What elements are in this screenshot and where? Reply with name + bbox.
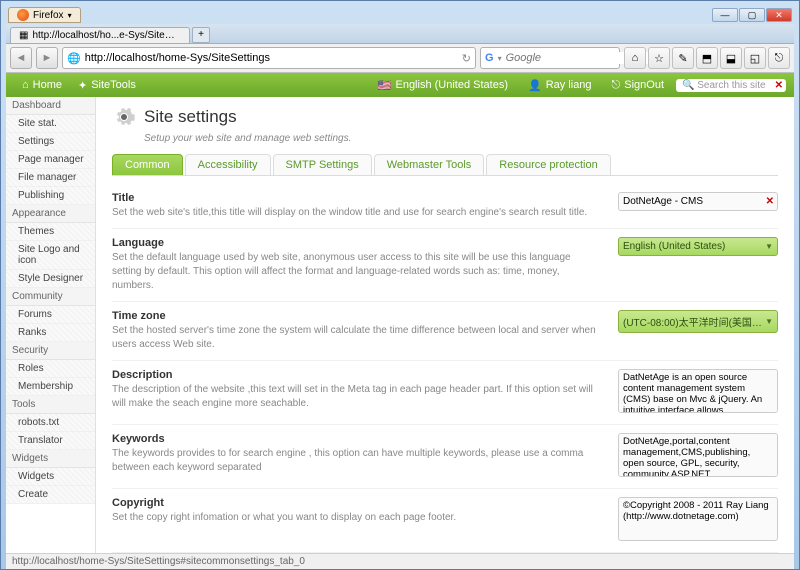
keywords-field-label: Keywords bbox=[112, 433, 602, 445]
globe-icon: 🌐 bbox=[67, 52, 81, 65]
google-icon: G bbox=[485, 52, 494, 64]
user-link[interactable]: 👤Ray liang bbox=[520, 79, 600, 92]
title-input[interactable]: DotNetAge - CMS✕ bbox=[618, 192, 778, 211]
window-close-button[interactable]: ✕ bbox=[766, 8, 792, 22]
flag-icon: 🇺🇸 bbox=[378, 79, 392, 92]
sidebar-item[interactable]: Create bbox=[6, 486, 95, 504]
description-field-desc: The description of the website ,this tex… bbox=[112, 383, 602, 411]
firefox-menu-button[interactable]: Firefox ▾ bbox=[8, 7, 81, 23]
timezone-select[interactable]: (UTC-08:00)太平洋时间(美国和加拿大)▼ bbox=[618, 310, 778, 333]
timezone-field-label: Time zone bbox=[112, 310, 602, 322]
sidebar-item[interactable]: Translator bbox=[6, 432, 95, 450]
clear-title-icon[interactable]: ✕ bbox=[766, 196, 774, 207]
toolbar-icon-4[interactable]: ◱ bbox=[744, 47, 766, 69]
forward-button[interactable]: ► bbox=[36, 47, 58, 69]
copyright-field-desc: Set the copy right infomation or what yo… bbox=[112, 511, 602, 525]
settings-tabs: CommonAccessibilitySMTP SettingsWebmaste… bbox=[112, 154, 778, 176]
toolbar-icon-2[interactable]: ⬒ bbox=[696, 47, 718, 69]
settings-tab[interactable]: Resource protection bbox=[486, 154, 610, 175]
gear-icon bbox=[112, 105, 136, 129]
toolbar-icon-3[interactable]: ⬓ bbox=[720, 47, 742, 69]
sidebar-item[interactable]: Themes bbox=[6, 223, 95, 241]
url-input[interactable] bbox=[85, 52, 458, 64]
chevron-down-icon: ▼ bbox=[765, 242, 773, 251]
sidebar-item[interactable]: Ranks bbox=[6, 324, 95, 342]
toolbar-icon-5[interactable]: ⎋ bbox=[768, 47, 790, 69]
window-maximize-button[interactable]: ▢ bbox=[739, 8, 765, 22]
sidebar-group: Appearance bbox=[6, 205, 95, 223]
url-bar[interactable]: 🌐 ↻ bbox=[62, 47, 476, 69]
browser-tabstrip: ▦ http://localhost/ho...e-Sys/SiteSettin… bbox=[6, 24, 794, 44]
sidebar-item[interactable]: Page manager bbox=[6, 151, 95, 169]
description-textarea[interactable] bbox=[618, 369, 778, 413]
page-subtitle: Setup your web site and manage web setti… bbox=[144, 133, 778, 144]
signout-icon: ⎋ bbox=[612, 79, 621, 92]
main-content: Site settings Setup your web site and ma… bbox=[96, 97, 794, 553]
sidebar-item[interactable]: Style Designer bbox=[6, 270, 95, 288]
title-field-label: Title bbox=[112, 192, 602, 204]
back-button[interactable]: ◄ bbox=[10, 47, 32, 69]
toolbar-icon-1[interactable]: ✎ bbox=[672, 47, 694, 69]
page-favicon: ▦ bbox=[19, 30, 28, 41]
sidebar-item[interactable]: Roles bbox=[6, 360, 95, 378]
browser-navbar: ◄ ► 🌐 ↻ G▾ ⌂ ☆ ✎ ⬒ ⬓ ◱ ⎋ bbox=[6, 44, 794, 73]
sidebar: DashboardSite stat.SettingsPage managerF… bbox=[6, 97, 96, 553]
language-field-desc: Set the default language used by web sit… bbox=[112, 251, 602, 293]
timezone-field-desc: Set the hosted server's time zone the sy… bbox=[112, 324, 602, 352]
sidebar-item[interactable]: Site Logo and icon bbox=[6, 241, 95, 270]
sidebar-item[interactable]: robots.txt bbox=[6, 414, 95, 432]
firefox-icon bbox=[17, 9, 29, 21]
tools-icon: ✦ bbox=[78, 79, 87, 92]
language-select[interactable]: English (United States)▼ bbox=[618, 237, 778, 256]
language-field-label: Language bbox=[112, 237, 602, 249]
home-link[interactable]: ⌂Home bbox=[14, 79, 70, 91]
settings-tab[interactable]: SMTP Settings bbox=[273, 154, 372, 175]
home-icon[interactable]: ⌂ bbox=[624, 47, 646, 69]
sidebar-item[interactable]: File manager bbox=[6, 169, 95, 187]
sidebar-item[interactable]: Settings bbox=[6, 133, 95, 151]
window-minimize-button[interactable]: — bbox=[712, 8, 738, 22]
settings-tab[interactable]: Common bbox=[112, 154, 183, 175]
app-topbar: ⌂Home ✦SiteTools 🇺🇸English (United State… bbox=[6, 73, 794, 97]
new-tab-button[interactable]: + bbox=[192, 27, 210, 43]
copyright-textarea[interactable] bbox=[618, 497, 778, 541]
sidebar-item[interactable]: Widgets bbox=[6, 468, 95, 486]
sidebar-item[interactable]: Membership bbox=[6, 378, 95, 396]
keywords-field-desc: The keywords provides to for search engi… bbox=[112, 447, 602, 475]
sidebar-item[interactable]: Site stat. bbox=[6, 115, 95, 133]
browser-tab[interactable]: ▦ http://localhost/ho...e-Sys/SiteSettin… bbox=[10, 27, 190, 43]
clear-search-icon[interactable]: ✕ bbox=[775, 80, 783, 91]
sitetools-link[interactable]: ✦SiteTools bbox=[70, 79, 144, 92]
description-field-label: Description bbox=[112, 369, 602, 381]
settings-tab[interactable]: Accessibility bbox=[185, 154, 271, 175]
home-icon: ⌂ bbox=[22, 79, 29, 91]
settings-tab[interactable]: Webmaster Tools bbox=[374, 154, 485, 175]
bookmarks-icon[interactable]: ☆ bbox=[648, 47, 670, 69]
browser-search-bar[interactable]: G▾ bbox=[480, 47, 620, 69]
site-search-input[interactable]: 🔍 Search this site✕ bbox=[676, 79, 786, 92]
window-titlebar: Firefox ▾ — ▢ ✕ bbox=[6, 6, 794, 24]
sidebar-group: Security bbox=[6, 342, 95, 360]
sidebar-group: Community bbox=[6, 288, 95, 306]
search-icon: 🔍 bbox=[682, 80, 694, 91]
reload-icon[interactable]: ↻ bbox=[462, 52, 471, 65]
status-bar: http://localhost/home-Sys/SiteSettings#s… bbox=[6, 553, 794, 569]
language-selector[interactable]: 🇺🇸English (United States) bbox=[370, 79, 516, 92]
page-title: Site settings bbox=[144, 107, 237, 127]
sidebar-item[interactable]: Publishing bbox=[6, 187, 95, 205]
signout-link[interactable]: ⎋SignOut bbox=[604, 79, 672, 92]
title-field-desc: Set the web site's title,this title will… bbox=[112, 206, 602, 220]
sidebar-group: Widgets bbox=[6, 450, 95, 468]
chevron-down-icon: ▼ bbox=[765, 317, 773, 326]
sidebar-group: Tools bbox=[6, 396, 95, 414]
copyright-field-label: Copyright bbox=[112, 497, 602, 509]
keywords-textarea[interactable] bbox=[618, 433, 778, 477]
user-icon: 👤 bbox=[528, 79, 542, 92]
sidebar-group: Dashboard bbox=[6, 97, 95, 115]
sidebar-item[interactable]: Forums bbox=[6, 306, 95, 324]
